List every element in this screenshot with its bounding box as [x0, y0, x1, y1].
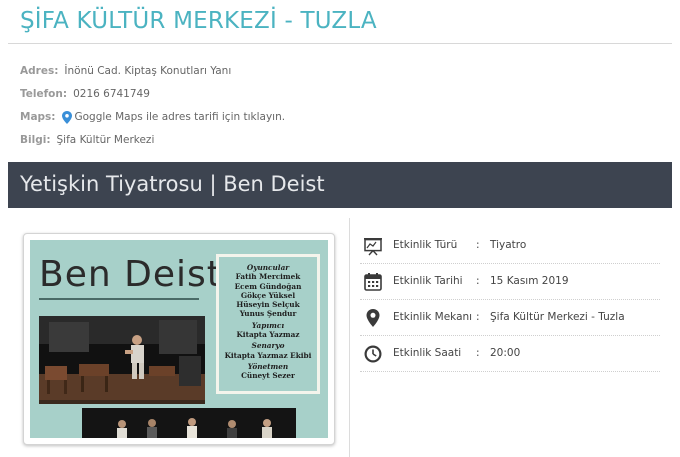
content-divider: [349, 218, 350, 457]
detail-colon: :: [476, 239, 480, 251]
info-row-phone: Telefon: 0216 6741749: [20, 83, 285, 106]
credits-cast-role: Oyuncular: [246, 263, 290, 272]
credits-writer: Kitapta Yazmaz Ekibi: [224, 350, 312, 360]
detail-colon: :: [476, 311, 480, 323]
detail-row-type: Etkinlik Türü : Tiyatro: [360, 228, 660, 264]
event-poster[interactable]: Ben Deist Oyuncular Fatih Mercimek Ecem …: [23, 233, 335, 445]
detail-colon: :: [476, 275, 480, 287]
phone-label: Telefon:: [20, 88, 68, 100]
phone-value[interactable]: 0216 6741749: [73, 83, 150, 106]
address-value: İnönü Cad. Kiptaş Konutları Yanı: [64, 65, 232, 77]
detail-label-type: Etkinlik Türü: [393, 239, 458, 251]
detail-value-date: 15 Kasım 2019: [490, 275, 569, 287]
info-label: Bilgi:: [20, 134, 51, 146]
detail-colon: :: [476, 347, 480, 359]
credits-producer: Kitapta Yazmaz: [236, 330, 300, 340]
credits-director: Cüneyt Sezer: [241, 371, 295, 381]
poster-image: Ben Deist Oyuncular Fatih Mercimek Ecem …: [30, 240, 328, 438]
clock-icon: [364, 345, 382, 363]
venue-title: ŞİFA KÜLTÜR MERKEZİ - TUZLA: [20, 8, 377, 34]
info-row-maps: Maps: Goggle Maps ile adres tarifi için …: [20, 106, 285, 129]
credits-cast-2: Ecem Gündoğan: [234, 281, 302, 291]
detail-label-date: Etkinlik Tarihi: [393, 275, 463, 287]
detail-value-venue: Şifa Kültür Merkezi - Tuzla: [490, 311, 625, 323]
detail-row-time: Etkinlik Saati : 20:00: [360, 336, 660, 372]
detail-value-time: 20:00: [490, 347, 521, 359]
credits-cast-3: Gökçe Yüksel: [240, 290, 296, 300]
poster-credits: Oyuncular Fatih Mercimek Ecem Gündoğan G…: [216, 254, 320, 394]
detail-row-date: Etkinlik Tarihi : 15 Kasım 2019: [360, 264, 660, 300]
poster-title: Ben Deist: [39, 254, 222, 295]
info-value: Şifa Kültür Merkezi: [56, 134, 155, 146]
event-title: Yetişkin Tiyatrosu | Ben Deist: [20, 172, 325, 196]
map-pin-icon[interactable]: [61, 111, 72, 124]
credits-writer-role: Senaryo: [251, 341, 285, 351]
maps-label: Maps:: [20, 111, 56, 123]
detail-row-venue: Etkinlik Mekanı : Şifa Kültür Merkezi - …: [360, 300, 660, 336]
title-divider: [8, 43, 672, 44]
venue-info: Adres: İnönü Cad. Kiptaş Konutları Yanı …: [20, 60, 285, 152]
stage-photo: [39, 316, 205, 404]
poster-title-underline: [39, 298, 199, 300]
info-row-info: Bilgi: Şifa Kültür Merkezi: [20, 129, 285, 152]
credits-cast-5: Yunus Şendur: [239, 309, 297, 319]
credits-producer-role: Yapımcı: [251, 320, 285, 330]
detail-value-type: Tiyatro: [490, 239, 527, 251]
detail-label-time: Etkinlik Saati: [393, 347, 462, 359]
stage-photo-secondary: [82, 408, 296, 438]
detail-label-venue: Etkinlik Mekanı: [393, 311, 473, 323]
info-row-address: Adres: İnönü Cad. Kiptaş Konutları Yanı: [20, 60, 285, 83]
maps-link[interactable]: Goggle Maps ile adres tarifi için tıklay…: [75, 106, 286, 129]
credits-cast-4: Hüseyin Selçuk: [236, 300, 300, 310]
location-pin-icon: [366, 309, 380, 327]
address-label: Adres:: [20, 65, 59, 77]
credits-director-role: Yönetmen: [247, 361, 289, 371]
calendar-icon: [364, 273, 382, 291]
event-details: Etkinlik Türü : Tiyatro Etkinlik Tarihi …: [360, 228, 660, 372]
credits-cast-1: Fatih Mercimek: [235, 272, 301, 282]
presentation-icon: [364, 238, 382, 256]
event-title-bar: Yetişkin Tiyatrosu | Ben Deist: [8, 162, 672, 208]
